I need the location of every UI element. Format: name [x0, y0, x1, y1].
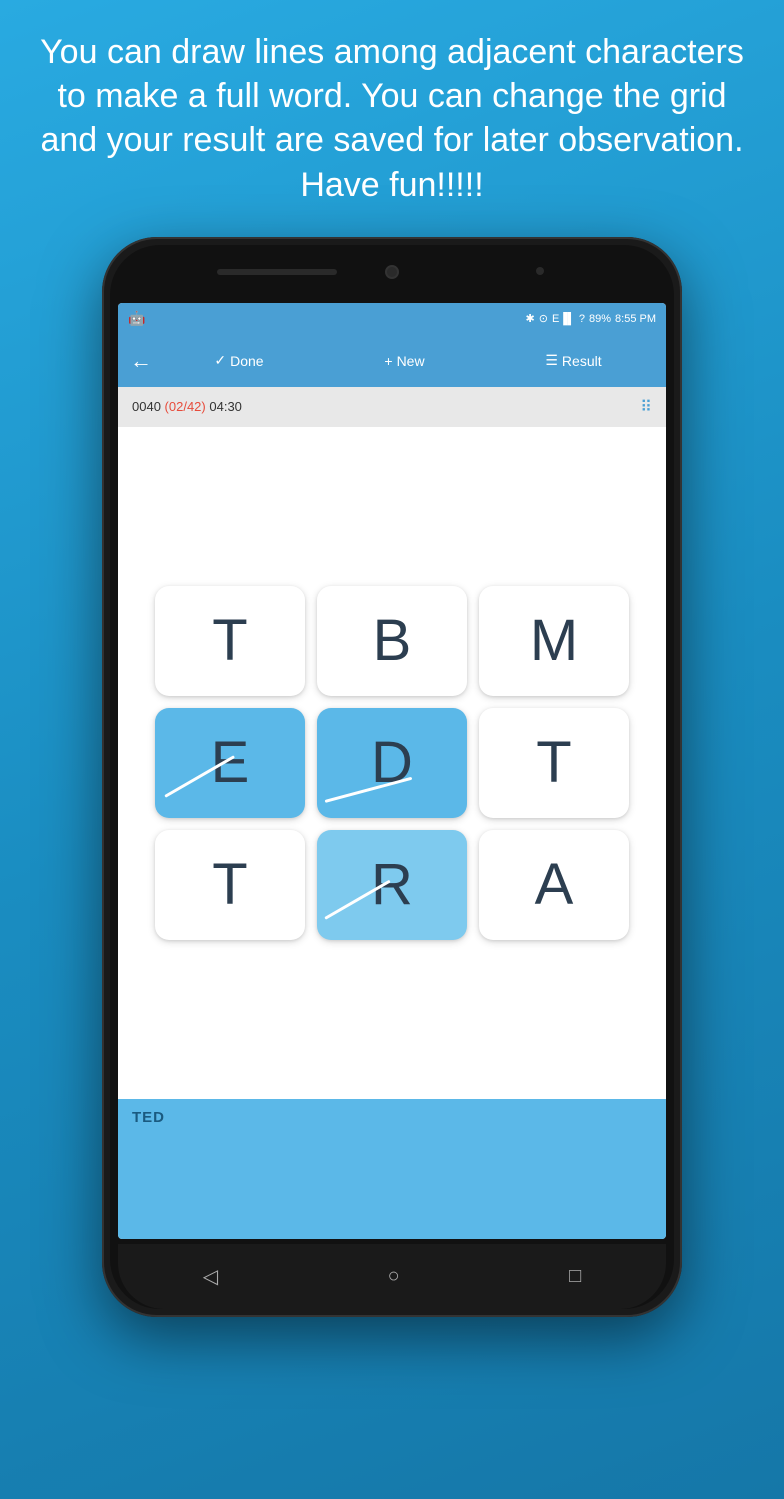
toolbar: 0040 (02/42) 04:30 ⠿	[118, 387, 666, 427]
cell-1-0[interactable]: E	[155, 708, 305, 818]
cell-0-2[interactable]: M	[479, 586, 629, 696]
counter-progress: (02/42)	[165, 399, 206, 414]
nav-home-button[interactable]: ○	[388, 1265, 400, 1288]
phone-camera	[385, 265, 399, 279]
bluetooth-icon: ✱	[526, 312, 535, 325]
question-icon: ?	[579, 313, 585, 325]
new-button[interactable]: + New	[384, 353, 424, 369]
cell-letter-A: A	[535, 851, 574, 918]
grid-row-3: T R A	[155, 830, 629, 940]
nav-square-button[interactable]: □	[569, 1265, 581, 1288]
counter-number: 0040	[132, 399, 161, 414]
result-icon: ☰	[545, 352, 558, 369]
result-button[interactable]: ☰ Result	[545, 352, 601, 369]
cell-letter-R: R	[371, 851, 413, 918]
done-label: Done	[230, 353, 263, 369]
app-bar: ← ✓ Done + New ☰ Result	[118, 335, 666, 387]
word-area: TED	[118, 1099, 666, 1239]
done-icon: ✓	[214, 352, 226, 369]
alarm-icon: ⊙	[539, 312, 548, 325]
toolbar-info: 0040 (02/42) 04:30	[132, 399, 242, 414]
cell-letter-T3: T	[212, 851, 247, 918]
cell-2-1[interactable]: R	[317, 830, 467, 940]
cell-2-0[interactable]: T	[155, 830, 305, 940]
grid-size-icon[interactable]: ⠿	[640, 397, 652, 417]
done-button[interactable]: ✓ Done	[214, 352, 263, 369]
new-label: New	[397, 353, 425, 369]
cell-0-1[interactable]: B	[317, 586, 467, 696]
signal-icon: E▐▌	[552, 313, 575, 325]
cell-letter-T2: T	[536, 729, 571, 796]
cell-1-1[interactable]: D	[317, 708, 467, 818]
cell-letter-T1: T	[212, 607, 247, 674]
word-list: TED	[132, 1109, 652, 1126]
phone-screen: 🤖 ✱ ⊙ E▐▌ ? 89% 8:55 PM ←	[118, 303, 666, 1239]
cell-2-2[interactable]: A	[479, 830, 629, 940]
cell-letter-M: M	[530, 607, 578, 674]
cell-1-2[interactable]: T	[479, 708, 629, 818]
cell-letter-B: B	[373, 607, 412, 674]
grid-area: T B M E	[118, 427, 666, 1099]
battery-level: 89%	[589, 313, 611, 325]
new-icon: +	[384, 353, 392, 369]
phone: 🤖 ✱ ⊙ E▐▌ ? 89% 8:55 PM ←	[102, 237, 682, 1317]
phone-speaker	[217, 269, 337, 275]
phone-nav: ◁ ○ □	[118, 1244, 666, 1309]
result-label: Result	[562, 353, 602, 369]
grid-row-1: T B M	[155, 586, 629, 696]
cell-letter-E: E	[211, 729, 250, 796]
time-display: 8:55 PM	[615, 313, 656, 325]
nav-back-button[interactable]: ◁	[203, 1264, 218, 1289]
status-bar: 🤖 ✱ ⊙ E▐▌ ? 89% 8:55 PM	[118, 303, 666, 335]
phone-speaker-dot	[536, 267, 544, 275]
cell-0-0[interactable]: T	[155, 586, 305, 696]
grid-row-2: E D T	[155, 708, 629, 818]
android-icon: 🤖	[128, 310, 145, 327]
header-text: You can draw lines among adjacent charac…	[0, 0, 784, 227]
back-button[interactable]: ←	[130, 348, 152, 374]
